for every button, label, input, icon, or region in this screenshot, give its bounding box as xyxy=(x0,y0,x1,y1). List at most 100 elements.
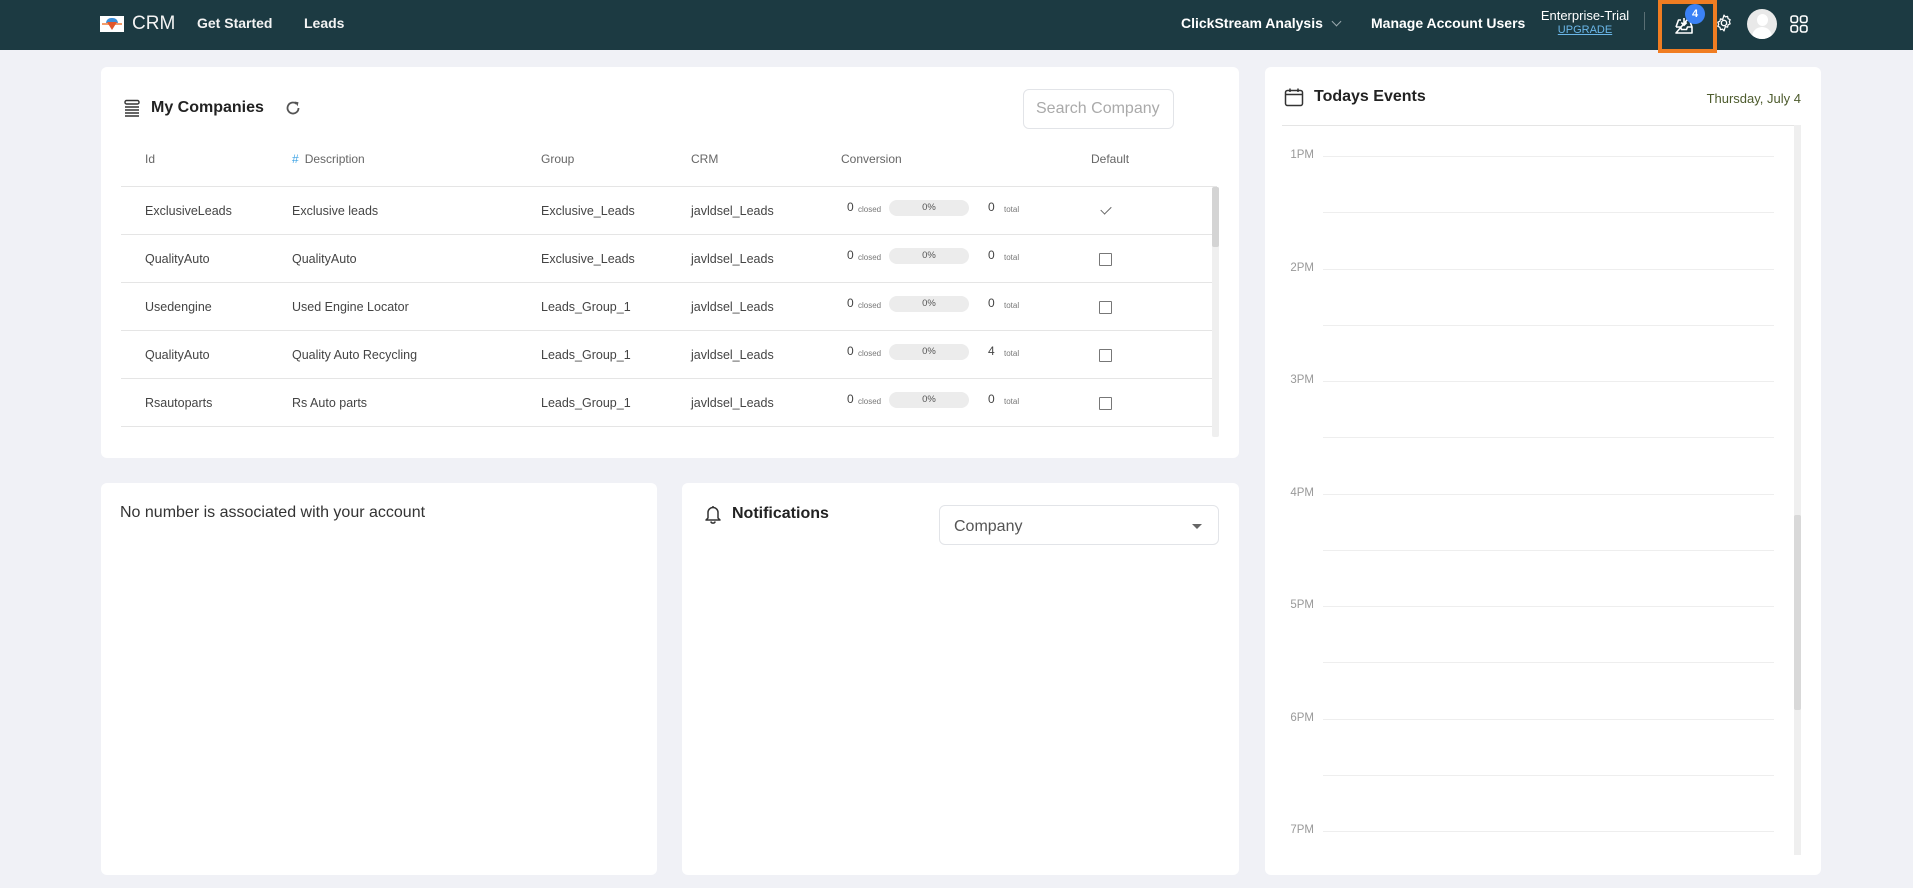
notification-filter-select[interactable]: Company xyxy=(939,505,1219,545)
scrollbar-thumb[interactable] xyxy=(1212,187,1219,247)
workspace-name: ClickStream Analysis xyxy=(1181,15,1323,31)
manage-account-users-link[interactable]: Manage Account Users xyxy=(1371,15,1525,31)
column-header-conversion[interactable]: Conversion xyxy=(841,152,902,166)
company-id: Usedengine xyxy=(145,300,212,314)
total-label: total xyxy=(1004,301,1020,310)
conversion-cell: 0 closed 0% 0 total xyxy=(847,392,1047,412)
brand-name: CRM xyxy=(132,13,176,34)
company-id: QualityAuto xyxy=(145,348,210,362)
company-id: Rsautoparts xyxy=(145,396,213,410)
half-hour-slot-line xyxy=(1323,662,1774,664)
no-number-message: No number is associated with your accoun… xyxy=(120,504,426,521)
closed-label: closed xyxy=(858,205,882,214)
events-scrollbar[interactable] xyxy=(1794,125,1801,855)
closed-count: 0 xyxy=(847,296,854,310)
notifications-title: Notifications xyxy=(732,505,829,522)
events-timeline[interactable]: 1PM 2PM 3PM 4PM 5PM 6PM 7PM xyxy=(1282,126,1801,856)
conversion-percent: 0% xyxy=(889,296,969,312)
inbox-button[interactable]: 4 xyxy=(1658,0,1717,53)
table-row[interactable]: Rsautoparts Rs Auto parts Leads_Group_1 jav… xyxy=(121,379,1212,427)
column-header-id[interactable]: Id xyxy=(145,152,155,166)
brand[interactable]: CRM xyxy=(100,13,175,35)
company-crm: javldsel_Leads xyxy=(691,396,774,410)
avatar[interactable] xyxy=(1747,9,1777,39)
closed-label: closed xyxy=(858,301,882,310)
checkbox-icon xyxy=(1099,349,1112,362)
nav-leads[interactable]: Leads xyxy=(304,15,344,31)
upgrade-link[interactable]: UPGRADE xyxy=(1539,23,1631,37)
default-checkbox[interactable] xyxy=(1099,349,1113,363)
company-crm: javldsel_Leads xyxy=(691,348,774,362)
checkmark-icon xyxy=(1100,203,1112,215)
column-header-default[interactable]: Default xyxy=(1091,152,1129,166)
closed-label: closed xyxy=(858,349,882,358)
company-description: Used Engine Locator xyxy=(292,300,409,314)
company-crm: javldsel_Leads xyxy=(691,252,774,266)
default-checkbox[interactable] xyxy=(1099,397,1113,411)
default-checkbox[interactable] xyxy=(1099,301,1113,315)
column-header-crm[interactable]: CRM xyxy=(691,152,718,166)
half-hour-slot-line xyxy=(1323,549,1774,551)
company-group: Leads_Group_1 xyxy=(541,300,631,314)
events-header: Todays Events xyxy=(1284,87,1426,107)
search-company-input[interactable] xyxy=(1023,89,1174,129)
hour-slot-line xyxy=(1323,493,1774,495)
company-group: Exclusive_Leads xyxy=(541,204,635,218)
conversion-percent: 0% xyxy=(889,392,969,408)
hour-slot-line xyxy=(1323,831,1774,832)
company-description: Quality Auto Recycling xyxy=(292,348,418,362)
table-row[interactable]: ExclusiveLeads Exclusive leads Exclusive_L… xyxy=(121,187,1212,235)
workspace-dropdown[interactable]: ClickStream Analysis xyxy=(1181,15,1342,31)
checkbox-icon xyxy=(1099,397,1112,410)
total-label: total xyxy=(1004,205,1020,214)
nav-get-started[interactable]: Get Started xyxy=(197,15,272,31)
company-id: QualityAuto xyxy=(145,252,210,266)
notifications-card: Notifications Company xyxy=(682,483,1239,875)
company-group: Exclusive_Leads xyxy=(541,252,635,266)
table-row[interactable]: QualityAuto Quality Auto Recycling Leads_G… xyxy=(121,331,1212,379)
apps-grid-icon[interactable] xyxy=(1790,15,1808,33)
default-checkbox[interactable] xyxy=(1099,203,1113,219)
companies-title: My Companies xyxy=(151,99,264,116)
todays-events-card: Todays Events Thursday, July 4 1PM 2PM 3PM… xyxy=(1265,67,1821,875)
conversion-percent: 0% xyxy=(889,248,969,264)
hour-label: 2PM xyxy=(1290,261,1314,274)
column-header-group[interactable]: Group xyxy=(541,152,574,166)
conversion-cell: 0 closed 0% 0 total xyxy=(847,296,1047,316)
table-header: Id # Description Group CRM Conversion Def… xyxy=(121,149,1217,187)
hour-label: 6PM xyxy=(1290,711,1314,724)
conversion-cell: 0 closed 0% 0 total xyxy=(847,248,1047,268)
closed-count: 0 xyxy=(847,392,854,406)
closed-count: 0 xyxy=(847,344,854,358)
hour-label: 4PM xyxy=(1290,486,1314,499)
events-title: Todays Events xyxy=(1314,88,1426,105)
table-scrollbar[interactable] xyxy=(1212,187,1219,437)
events-date: Thursday, July 4 xyxy=(1706,91,1801,106)
total-count: 0 xyxy=(988,248,995,262)
hour-slot-line xyxy=(1323,381,1774,382)
checkbox-icon xyxy=(1099,301,1112,314)
plan-name: Enterprise-Trial xyxy=(1540,8,1630,23)
companies-table-body: ExclusiveLeads Exclusive leads Exclusive_L… xyxy=(121,187,1217,437)
company-id: ExclusiveLeads xyxy=(145,204,232,218)
company-description: QualityAuto xyxy=(292,252,357,266)
scrollbar-thumb[interactable] xyxy=(1794,515,1801,710)
column-header-description[interactable]: # Description xyxy=(292,152,365,166)
chevron-down-icon xyxy=(1331,16,1342,26)
divider xyxy=(1644,12,1645,30)
table-row[interactable]: QualityAuto QualityAuto Exclusive_Leads jav… xyxy=(121,235,1212,283)
table-row[interactable]: Usedengine Used Engine Locator Leads_Group… xyxy=(121,283,1212,331)
gear-icon[interactable] xyxy=(1714,13,1734,33)
plan-info: Enterprise-Trial UPGRADE xyxy=(1539,8,1631,37)
company-crm: javldsel_Leads xyxy=(691,300,774,314)
total-label: total xyxy=(1004,349,1020,358)
default-checkbox[interactable] xyxy=(1099,253,1113,267)
refresh-icon[interactable] xyxy=(284,99,302,117)
hour-slot-line xyxy=(1323,606,1774,607)
half-hour-slot-line xyxy=(1323,212,1774,214)
company-group: Leads_Group_1 xyxy=(541,396,631,410)
crm-logo-icon xyxy=(100,16,124,32)
calendar-icon xyxy=(1284,88,1304,107)
my-companies-card: My Companies Id #Description Group CRM C… xyxy=(101,67,1239,458)
total-count: 0 xyxy=(988,296,995,310)
